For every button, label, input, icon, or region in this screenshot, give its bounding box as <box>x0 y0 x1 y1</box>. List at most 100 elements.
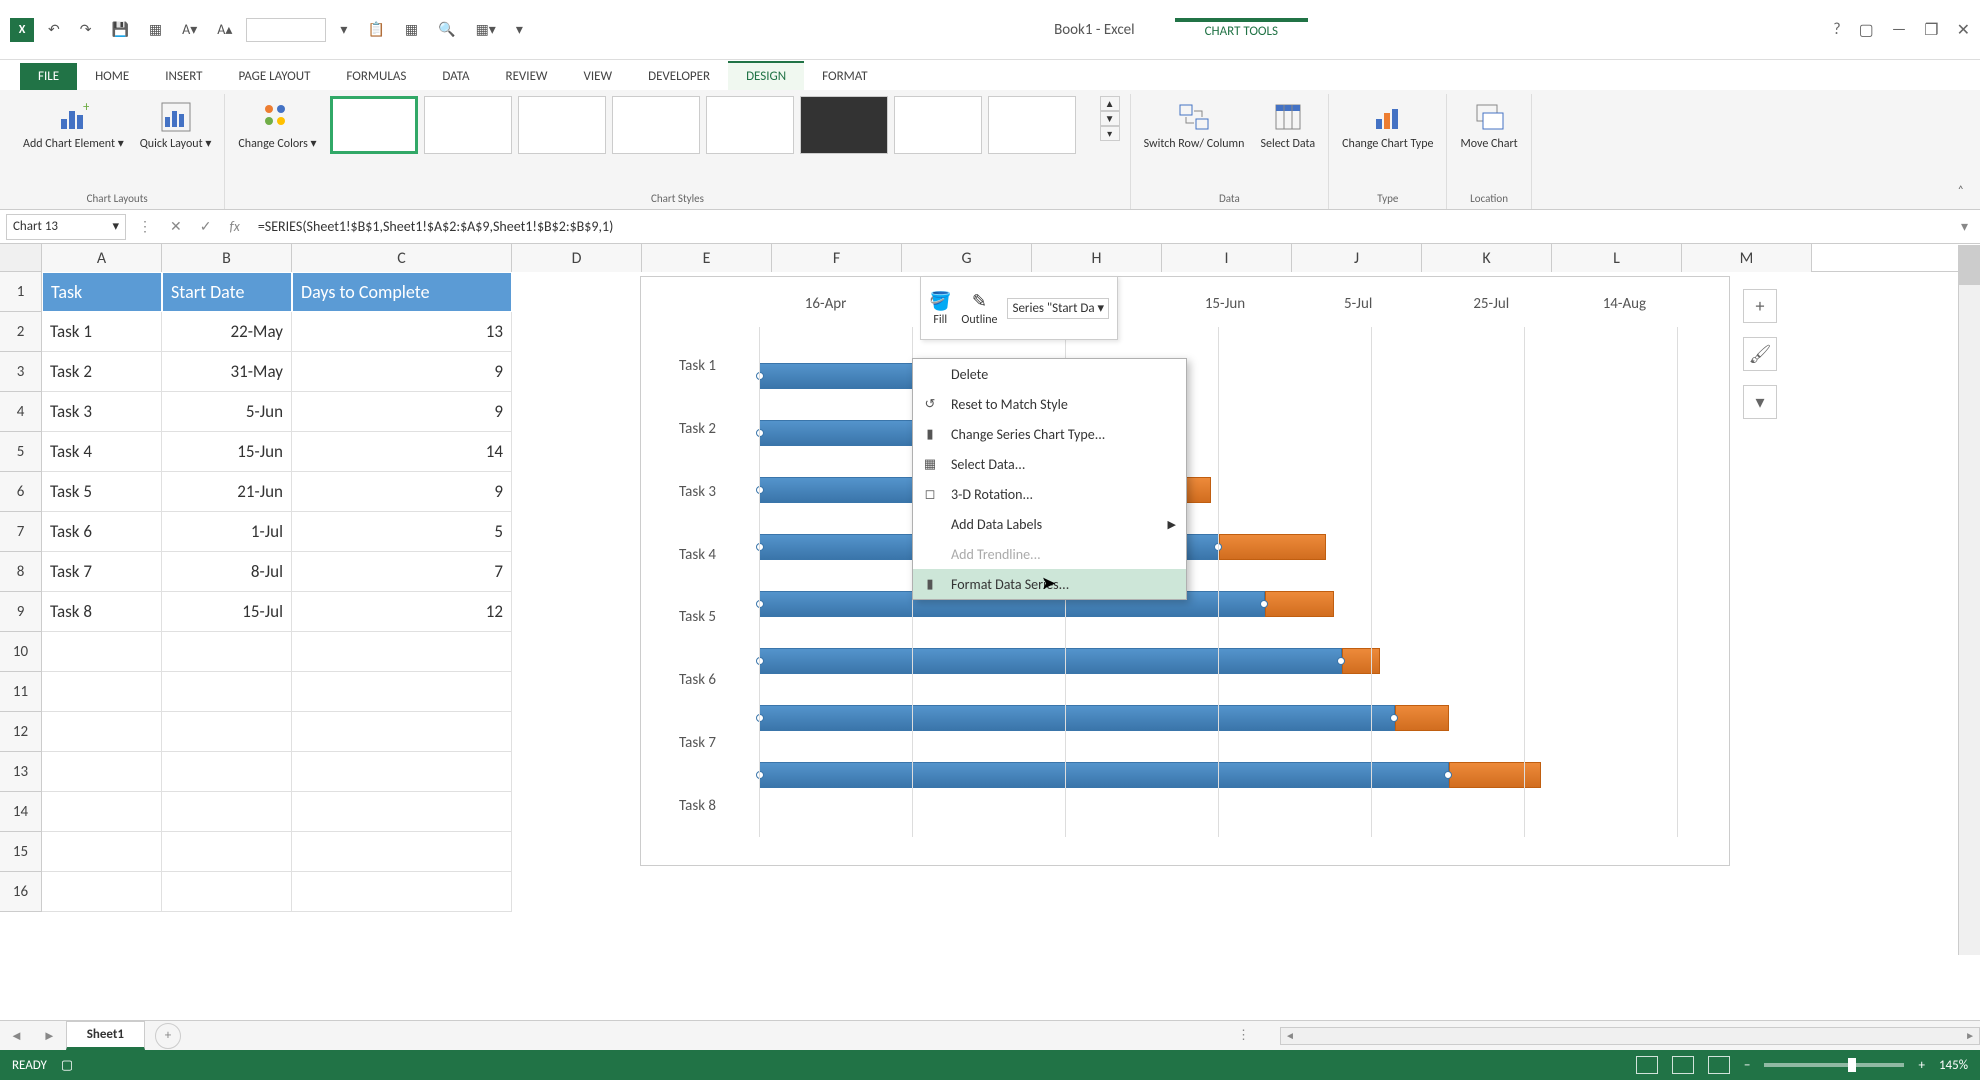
cell-B4[interactable]: 5-Jun <box>162 392 292 432</box>
row-header-16[interactable]: 16 <box>0 872 42 912</box>
print-preview-icon[interactable]: 🔍 <box>432 17 461 42</box>
cell-B1[interactable]: Start Date <box>162 272 292 312</box>
row-header-9[interactable]: 9 <box>0 592 42 632</box>
qat-more-icon[interactable]: ▾ <box>334 17 353 42</box>
row-header-12[interactable]: 12 <box>0 712 42 752</box>
col-header-L[interactable]: L <box>1552 244 1682 272</box>
cell-B3[interactable]: 31-May <box>162 352 292 392</box>
chart-style-4[interactable] <box>612 96 700 154</box>
view-page-break-button[interactable] <box>1708 1056 1730 1074</box>
cell-C10[interactable] <box>292 632 512 672</box>
cell-C14[interactable] <box>292 792 512 832</box>
tab-insert[interactable]: INSERT <box>147 63 220 90</box>
chart-style-6[interactable] <box>800 96 888 154</box>
col-header-J[interactable]: J <box>1292 244 1422 272</box>
gallery-up-button[interactable]: ▲ <box>1100 96 1120 111</box>
col-header-A[interactable]: A <box>42 244 162 272</box>
sheet-tab-sheet1[interactable]: Sheet1 <box>66 1021 145 1050</box>
chart-y-axis[interactable]: Task 1 Task 2 Task 3 Task 4 Task 5 Task … <box>659 335 749 837</box>
cell-A8[interactable]: Task 7 <box>42 552 162 592</box>
cancel-formula-icon[interactable]: ✕ <box>164 218 188 235</box>
row-header-15[interactable]: 15 <box>0 832 42 872</box>
cell-C2[interactable]: 13 <box>292 312 512 352</box>
cell-A12[interactable] <box>42 712 162 752</box>
chart-style-2[interactable] <box>424 96 512 154</box>
cell-B6[interactable]: 21-Jun <box>162 472 292 512</box>
cell-C16[interactable] <box>292 872 512 912</box>
fill-button[interactable]: 🪣 Fill <box>929 290 951 327</box>
cell-C12[interactable] <box>292 712 512 752</box>
cell-A7[interactable]: Task 6 <box>42 512 162 552</box>
chart-x-axis[interactable]: 16-Apr 6- 15-Jun 5-Jul 25-Jul 14-Aug <box>759 295 1691 325</box>
context-reset[interactable]: ↺Reset to Match Style <box>913 389 1186 419</box>
context-format-data-series[interactable]: ▮Format Data Series... <box>913 569 1186 599</box>
view-normal-button[interactable] <box>1636 1056 1658 1074</box>
tab-developer[interactable]: DEVELOPER <box>630 63 728 90</box>
vertical-scrollbar[interactable] <box>1958 245 1980 955</box>
split-handle-icon[interactable]: ⋮ <box>1227 1028 1260 1043</box>
cell-B9[interactable]: 15-Jul <box>162 592 292 632</box>
cell-B12[interactable] <box>162 712 292 752</box>
zoom-level[interactable]: 145% <box>1939 1058 1968 1073</box>
cell-C9[interactable]: 12 <box>292 592 512 632</box>
outline-button[interactable]: ✎ Outline <box>961 290 997 327</box>
tab-format[interactable]: FORMAT <box>804 63 885 90</box>
chart-style-3[interactable] <box>518 96 606 154</box>
context-delete[interactable]: Delete <box>913 359 1186 389</box>
font-decrease-icon[interactable]: A▾ <box>176 17 203 42</box>
chart-bar-6[interactable] <box>759 648 1380 674</box>
cell-C1[interactable]: Days to Complete <box>292 272 512 312</box>
cell-C11[interactable] <box>292 672 512 712</box>
zoom-out-button[interactable]: − <box>1744 1058 1750 1073</box>
tab-page-layout[interactable]: PAGE LAYOUT <box>221 63 329 90</box>
context-change-chart-type[interactable]: ▮Change Series Chart Type... <box>913 419 1186 449</box>
cell-B14[interactable] <box>162 792 292 832</box>
cell-A3[interactable]: Task 2 <box>42 352 162 392</box>
font-increase-icon[interactable]: A▴ <box>211 17 238 42</box>
row-header-14[interactable]: 14 <box>0 792 42 832</box>
cell-C15[interactable] <box>292 832 512 872</box>
sheet-nav-prev[interactable]: ◄ <box>0 1028 33 1044</box>
col-header-K[interactable]: K <box>1422 244 1552 272</box>
cell-A9[interactable]: Task 8 <box>42 592 162 632</box>
context-add-data-labels[interactable]: Add Data Labels▶ <box>913 509 1186 539</box>
row-header-3[interactable]: 3 <box>0 352 42 392</box>
row-header-10[interactable]: 10 <box>0 632 42 672</box>
quick-layout-button[interactable]: Quick Layout ▾ <box>137 96 215 154</box>
row-header-4[interactable]: 4 <box>0 392 42 432</box>
cell-B13[interactable] <box>162 752 292 792</box>
zoom-in-button[interactable]: + <box>1918 1058 1924 1073</box>
view-page-layout-button[interactable] <box>1672 1056 1694 1074</box>
qat-icon[interactable]: ▦ <box>143 17 168 42</box>
expand-formula-icon[interactable]: ▾ <box>1955 218 1974 235</box>
new-sheet-button[interactable]: + <box>155 1023 181 1049</box>
redo-button[interactable]: ↷ <box>74 17 98 42</box>
context-select-data[interactable]: ▦Select Data... <box>913 449 1186 479</box>
tab-design[interactable]: DESIGN <box>728 61 804 90</box>
cell-B11[interactable] <box>162 672 292 712</box>
cell-B16[interactable] <box>162 872 292 912</box>
cell-A5[interactable]: Task 4 <box>42 432 162 472</box>
zoom-slider[interactable] <box>1764 1063 1904 1067</box>
macro-record-icon[interactable]: ▢ <box>61 1058 73 1073</box>
row-header-2[interactable]: 2 <box>0 312 42 352</box>
fx-icon[interactable]: fx <box>223 218 245 235</box>
move-chart-button[interactable]: Move Chart <box>1457 96 1520 154</box>
cell-A6[interactable]: Task 5 <box>42 472 162 512</box>
restore-button[interactable]: ❐ <box>1924 20 1938 40</box>
chart-styles-button[interactable]: 🖌 <box>1743 337 1777 371</box>
ribbon-collapse-icon[interactable]: ˄ <box>1958 94 1970 209</box>
zoom-thumb[interactable] <box>1848 1058 1856 1072</box>
col-header-H[interactable]: H <box>1032 244 1162 272</box>
cell-A10[interactable] <box>42 632 162 672</box>
tab-formulas[interactable]: FORMULAS <box>328 63 424 90</box>
cell-C4[interactable]: 9 <box>292 392 512 432</box>
close-button[interactable]: ✕ <box>1957 20 1970 40</box>
cell-A16[interactable] <box>42 872 162 912</box>
qat-customize-icon[interactable]: ▾ <box>510 17 529 42</box>
col-header-C[interactable]: C <box>292 244 512 272</box>
name-box[interactable]: Chart 13▾ <box>6 214 126 240</box>
row-header-7[interactable]: 7 <box>0 512 42 552</box>
cell-A4[interactable]: Task 3 <box>42 392 162 432</box>
cell-B2[interactable]: 22-May <box>162 312 292 352</box>
